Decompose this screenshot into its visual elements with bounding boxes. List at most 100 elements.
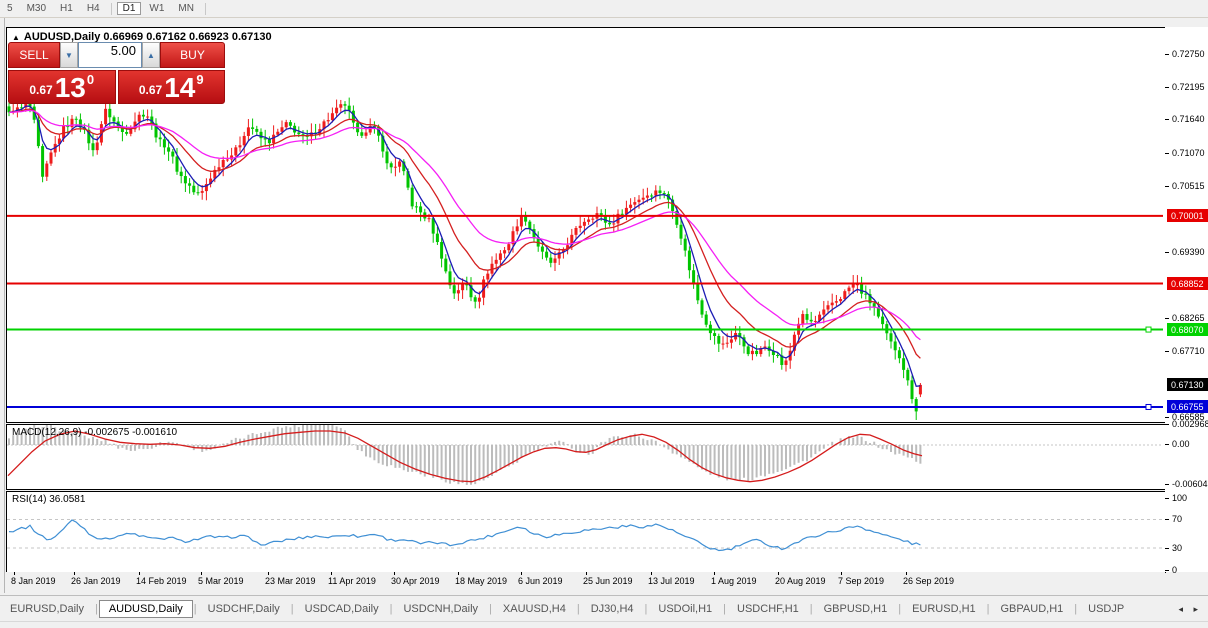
- ask-price-big: 14: [164, 75, 195, 101]
- date-tick: [521, 572, 522, 575]
- date-tick: [74, 572, 75, 575]
- price-tick-label: 0.72195: [1172, 82, 1205, 92]
- date-tick-label: 26 Sep 2019: [903, 576, 954, 586]
- date-tick-label: 18 May 2019: [455, 576, 507, 586]
- rsi-label: RSI(14) 36.0581: [12, 494, 85, 505]
- date-tick: [458, 572, 459, 575]
- tab-gbpaud-h1[interactable]: GBPAUD,H1: [991, 600, 1074, 618]
- axis-tick: [1165, 570, 1169, 571]
- timeframe-button-mn[interactable]: MN: [172, 2, 200, 15]
- tab-usdchf-daily[interactable]: USDCHF,Daily: [198, 600, 290, 618]
- timeframe-button-m30[interactable]: M30: [21, 2, 52, 15]
- axis-tick: [1165, 484, 1169, 485]
- tab-usdchf-h1[interactable]: USDCHF,H1: [727, 600, 809, 618]
- tab-usdcad-daily[interactable]: USDCAD,Daily: [295, 600, 389, 618]
- axis-tick: [1165, 424, 1169, 425]
- date-tick: [331, 572, 332, 575]
- date-tick: [841, 572, 842, 575]
- tab-usdjp[interactable]: USDJP: [1078, 600, 1134, 618]
- rsi-tick-label: 30: [1172, 543, 1182, 553]
- level-price-label: 0.66755: [1167, 400, 1208, 413]
- date-tick: [268, 572, 269, 575]
- tab-usdcnh-daily[interactable]: USDCNH,Daily: [393, 600, 488, 618]
- rsi-tick-label: 0: [1172, 565, 1177, 575]
- rsi-panel[interactable]: RSI(14) 36.0581: [6, 491, 1166, 573]
- tab-eurusd-daily[interactable]: EURUSD,Daily: [0, 600, 94, 618]
- current-bid-price-label: 0.67130: [1167, 378, 1208, 391]
- tab-xauusd-h4[interactable]: XAUUSD,H4: [493, 600, 576, 618]
- tab-separator: |: [810, 603, 813, 615]
- date-tick: [394, 572, 395, 575]
- timeframe-button-5[interactable]: 5: [1, 2, 19, 15]
- tab-audusd-daily[interactable]: AUDUSD,Daily: [99, 600, 193, 618]
- ask-price-display[interactable]: 0.67 14 9: [118, 70, 226, 104]
- ma-slow-line: [9, 110, 920, 339]
- timeframe-button-h4[interactable]: H4: [81, 2, 106, 15]
- date-tick-label: 1 Aug 2019: [711, 576, 757, 586]
- date-tick-label: 8 Jan 2019: [11, 576, 56, 586]
- toolbar-separator: [205, 3, 206, 15]
- date-tick-label: 13 Jul 2019: [648, 576, 695, 586]
- date-tick-label: 14 Feb 2019: [136, 576, 187, 586]
- tab-separator: |: [723, 603, 726, 615]
- date-tick-label: 26 Jan 2019: [71, 576, 121, 586]
- date-tick-label: 25 Jun 2019: [583, 576, 633, 586]
- date-tick: [201, 572, 202, 575]
- lot-size-input[interactable]: 5.00: [78, 42, 142, 68]
- mt4-window: 5M30H1H4D1W1MN ▲AUDUSD,Daily 0.66969 0.6…: [0, 0, 1208, 628]
- axis-tick: [1165, 444, 1169, 445]
- date-tick: [651, 572, 652, 575]
- date-axis: 8 Jan 201926 Jan 201914 Feb 20195 Mar 20…: [6, 572, 1165, 594]
- axis-tick: [1165, 519, 1169, 520]
- axis-tick: [1165, 119, 1169, 120]
- macd-tick-label: -0.006047: [1172, 479, 1208, 489]
- axis-tick: [1165, 252, 1169, 253]
- tab-scroll-arrows[interactable]: ◂ ▸: [1178, 604, 1208, 615]
- tab-separator: |: [390, 603, 393, 615]
- level-line-handle[interactable]: [1146, 404, 1151, 409]
- tab-eurusd-h1[interactable]: EURUSD,H1: [902, 600, 986, 618]
- bid-price-display[interactable]: 0.67 13 0: [8, 70, 116, 104]
- axis-tick: [1165, 87, 1169, 88]
- status-strip: [0, 621, 1208, 628]
- bid-price-pip: 0: [87, 72, 94, 87]
- date-tick: [778, 572, 779, 575]
- rsi-tick-label: 100: [1172, 493, 1187, 503]
- tab-separator: |: [489, 603, 492, 615]
- price-tick-label: 0.69390: [1172, 247, 1205, 257]
- price-tick-label: 0.71640: [1172, 114, 1205, 124]
- timeframe-button-h1[interactable]: H1: [54, 2, 79, 15]
- one-click-trade-panel: SELL ▼ 5.00 ▲ BUY 0.67 13 0 0.67 14 9: [8, 42, 225, 104]
- tab-separator: |: [194, 603, 197, 615]
- axis-tick: [1165, 153, 1169, 154]
- buy-button[interactable]: BUY: [160, 42, 225, 68]
- macd-panel[interactable]: MACD(12,26,9) -0.002675 -0.001610: [6, 424, 1166, 490]
- price-tick-label: 0.71070: [1172, 148, 1205, 158]
- collapse-icon: ▲: [12, 33, 20, 42]
- window-left-edge: [4, 18, 5, 593]
- tab-separator: |: [577, 603, 580, 615]
- date-tick: [139, 572, 140, 575]
- price-tick-label: 0.72750: [1172, 49, 1205, 59]
- axis-tick: [1165, 318, 1169, 319]
- timeframe-toolbar: 5M30H1H4 D1W1MN: [0, 0, 1208, 18]
- level-line-handle[interactable]: [1146, 327, 1151, 332]
- timeframe-button-d1[interactable]: D1: [117, 2, 142, 15]
- tab-gbpusd-h1[interactable]: GBPUSD,H1: [814, 600, 898, 618]
- lot-increase-button[interactable]: ▲: [142, 42, 160, 68]
- chart-tab-bar: EURUSD,Daily|AUDUSD,Daily|USDCHF,Daily|U…: [0, 595, 1208, 622]
- level-price-label: 0.70001: [1167, 209, 1208, 222]
- axis-tick: [1165, 417, 1169, 418]
- date-tick-label: 20 Aug 2019: [775, 576, 826, 586]
- tab-usdoil-h1[interactable]: USDOil,H1: [648, 600, 722, 618]
- lot-decrease-button[interactable]: ▼: [60, 42, 78, 68]
- date-tick: [714, 572, 715, 575]
- toolbar-separator: [111, 3, 112, 15]
- date-tick: [586, 572, 587, 575]
- tab-dj30-h4[interactable]: DJ30,H4: [581, 600, 644, 618]
- tab-separator: |: [95, 603, 98, 615]
- sell-button[interactable]: SELL: [8, 42, 60, 68]
- date-tick-label: 6 Jun 2019: [518, 576, 563, 586]
- timeframe-button-w1[interactable]: W1: [143, 2, 170, 15]
- tab-separator: |: [291, 603, 294, 615]
